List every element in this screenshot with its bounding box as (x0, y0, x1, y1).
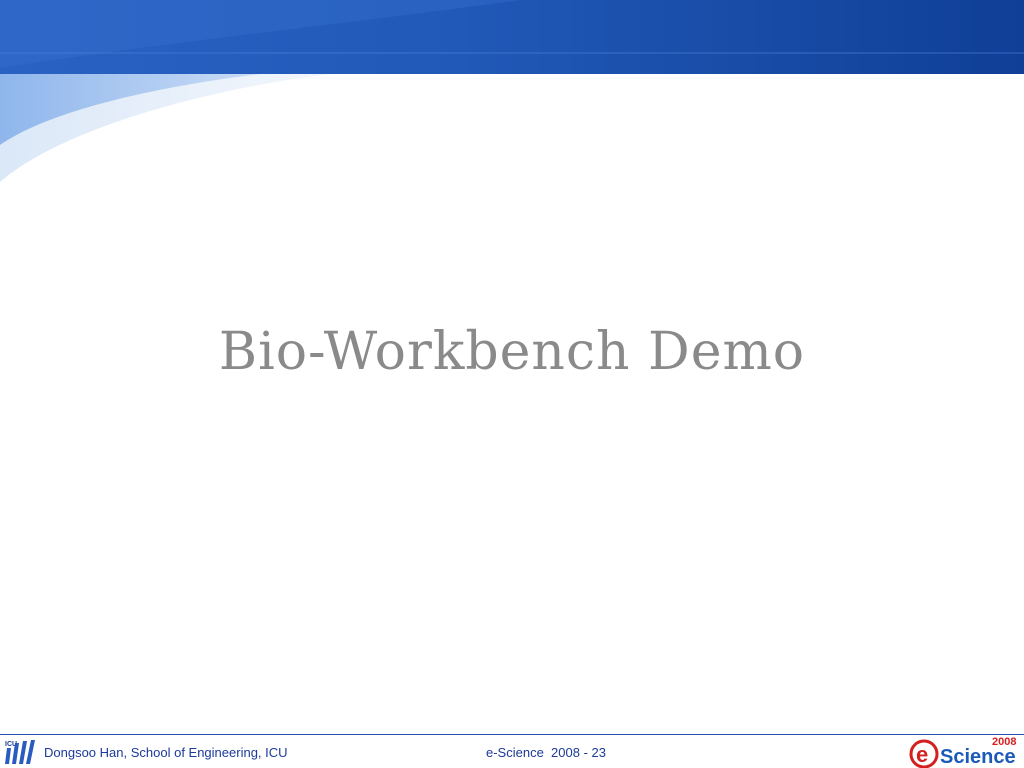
icu-logo-icon: ICU (5, 740, 35, 764)
slide-title: Bio-Workbench Demo (218, 322, 806, 382)
footer-divider (0, 734, 1024, 735)
escience-2008-logo-icon: 2008 e Science (909, 736, 1016, 768)
footer-event-page: e-Science 2008 - 23 (486, 745, 606, 760)
header-banner (0, 0, 1024, 182)
logo-e-letter: e (916, 742, 928, 767)
slide: Bio-Workbench Demo ICU Dongsoo Han, Scho… (0, 0, 1024, 768)
logo-science-word: Science (940, 746, 1016, 768)
footer-author: Dongsoo Han, School of Engineering, ICU (44, 745, 288, 760)
